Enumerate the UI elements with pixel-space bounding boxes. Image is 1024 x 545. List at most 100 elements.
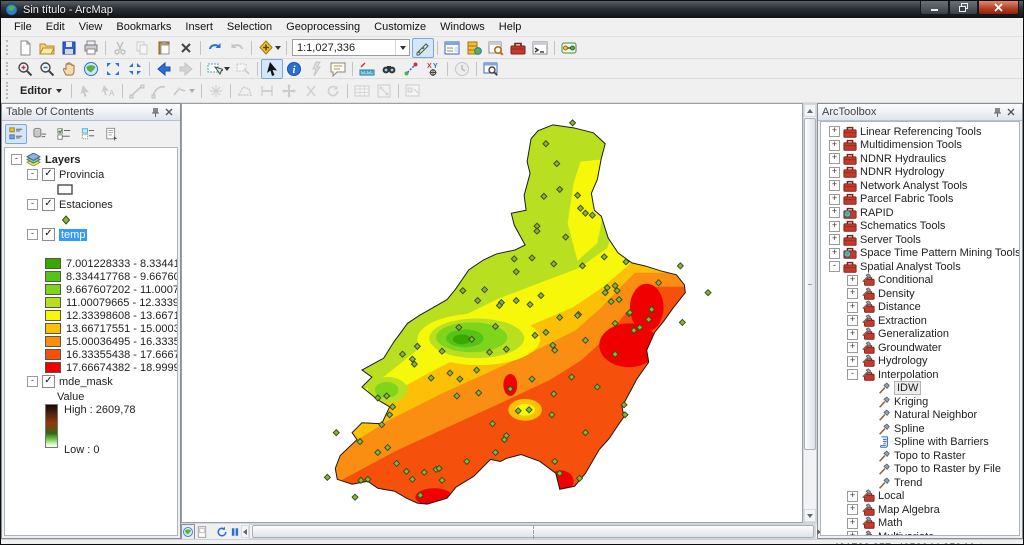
paste-button[interactable] (153, 38, 175, 58)
layer-provincia[interactable]: -✓Provincia (27, 167, 177, 182)
pan-button[interactable] (58, 59, 80, 79)
arc-segment-button[interactable] (148, 81, 170, 101)
catalog-window-button[interactable] (463, 38, 485, 58)
layer-checkbox[interactable]: ✓ (42, 375, 55, 388)
delete-button[interactable] (175, 38, 197, 58)
back-button[interactable] (153, 59, 175, 79)
reshape-button[interactable] (234, 81, 256, 101)
python-window-button[interactable] (529, 38, 551, 58)
zoom-in-button[interactable] (14, 59, 36, 79)
expand-box[interactable]: + (847, 491, 858, 502)
toolbox-item-density[interactable]: +Density (847, 287, 1020, 301)
expand-box[interactable]: - (847, 369, 858, 380)
toolbox-item-interpolation[interactable]: -Interpolation (847, 368, 1020, 382)
measure-button[interactable] (356, 59, 378, 79)
trace-segment-button[interactable] (170, 81, 198, 101)
expand-box[interactable]: + (829, 194, 840, 205)
new-button[interactable] (14, 38, 36, 58)
close-button[interactable] (978, 1, 1019, 15)
menu-help[interactable]: Help (492, 19, 529, 35)
expand-box[interactable]: + (829, 153, 840, 164)
redo-button[interactable] (226, 38, 248, 58)
cut-button[interactable] (109, 38, 131, 58)
print-button[interactable] (80, 38, 102, 58)
menu-insert[interactable]: Insert (178, 19, 220, 35)
copy-button[interactable] (131, 38, 153, 58)
move-button[interactable] (278, 81, 300, 101)
add-data-button[interactable] (255, 38, 283, 58)
layer-temp[interactable]: -✓temp (27, 227, 177, 242)
toolbox-item-spatial-analyst-tools[interactable]: -Spatial Analyst Tools (829, 260, 1020, 274)
menu-bookmarks[interactable]: Bookmarks (109, 19, 178, 35)
modelbuilder-button[interactable] (558, 38, 580, 58)
scroll-down-arrow[interactable] (804, 509, 816, 522)
pause-drawing-button[interactable] (229, 524, 241, 540)
list-by-visibility-button[interactable] (53, 124, 75, 144)
pin-icon[interactable] (990, 106, 1004, 118)
list-by-selection-button[interactable] (77, 124, 99, 144)
collapse-box[interactable]: - (27, 199, 38, 210)
toolbox-item-distance[interactable]: +Distance (847, 301, 1020, 315)
expand-box[interactable]: + (847, 531, 858, 536)
expand-box[interactable]: + (829, 126, 840, 137)
close-icon[interactable] (1004, 106, 1018, 118)
layer-mde-mask[interactable]: -✓mde_mask (27, 374, 177, 389)
expand-box[interactable]: + (847, 356, 858, 367)
toolbox-item-kriging[interactable]: Kriging (865, 395, 1020, 409)
select-features-button[interactable] (204, 59, 232, 79)
toolbar-grip[interactable] (6, 82, 11, 98)
toolbox-item-local[interactable]: +Local (847, 490, 1020, 504)
forward-button[interactable] (175, 59, 197, 79)
collapse-box[interactable]: - (27, 169, 38, 180)
pin-icon[interactable] (148, 106, 162, 118)
toolbox-item-topo-to-raster[interactable]: Topo to Raster (865, 449, 1020, 463)
zoom-out-button[interactable] (36, 59, 58, 79)
expand-box[interactable]: + (829, 207, 840, 218)
expand-box[interactable]: - (829, 261, 840, 272)
expand-box[interactable]: + (847, 329, 858, 340)
collapse-box[interactable]: - (11, 154, 22, 165)
find-button[interactable] (378, 59, 400, 79)
restore-button[interactable] (949, 1, 978, 15)
map-scale-combo[interactable]: 1:1,027,336 (292, 39, 410, 56)
toolbox-item-spline-with-barriers[interactable]: Spline with Barriers (865, 436, 1020, 450)
toolbox-item-groundwater[interactable]: +Groundwater (847, 341, 1020, 355)
toolbox-item-parcel-fabric-tools[interactable]: +Parcel Fabric Tools (829, 193, 1020, 207)
menu-file[interactable]: File (7, 19, 39, 35)
toolbox-item-hydrology[interactable]: +Hydrology (847, 355, 1020, 369)
toolbox-item-schematics-tools[interactable]: +Schematics Tools (829, 220, 1020, 234)
scrollbar-thumb[interactable] (804, 118, 816, 450)
toolbox-item-rapid[interactable]: +RAPID (829, 206, 1020, 220)
menu-selection[interactable]: Selection (220, 19, 279, 35)
map-view[interactable] (181, 103, 803, 523)
toolbox-item-conditional[interactable]: +Conditional (847, 274, 1020, 288)
toolbox-item-natural-neighbor[interactable]: Natural Neighbor (865, 409, 1020, 423)
expand-box[interactable]: + (829, 140, 840, 151)
expand-box[interactable]: + (847, 315, 858, 326)
viewer-window-button[interactable] (480, 59, 502, 79)
list-by-drawing-order-button[interactable] (5, 124, 27, 144)
menu-edit[interactable]: Edit (39, 19, 72, 35)
sketch-properties-button[interactable] (373, 81, 395, 101)
map-scale-dropdown[interactable] (395, 40, 409, 55)
title-bar[interactable]: Sin título - ArcMap (1, 1, 1023, 18)
create-features-button[interactable] (402, 81, 424, 101)
search-window-button[interactable] (485, 38, 507, 58)
layer-checkbox[interactable]: ✓ (42, 168, 55, 181)
toolbox-item-extraction[interactable]: +Extraction (847, 314, 1020, 328)
edit-tool-button[interactable] (75, 81, 97, 101)
edit-annotation-button[interactable]: A (97, 81, 119, 101)
scrollbar-thumb[interactable] (252, 525, 814, 538)
arctoolbox-window-button[interactable] (507, 38, 529, 58)
toolbox-item-trend[interactable]: Trend (865, 476, 1020, 490)
attributes-table-button[interactable] (351, 81, 373, 101)
menu-geoprocessing[interactable]: Geoprocessing (279, 19, 367, 35)
html-popup-button[interactable] (327, 59, 349, 79)
point-snap-button[interactable] (205, 81, 227, 101)
data-view-button[interactable] (181, 524, 195, 540)
expand-box[interactable]: + (829, 180, 840, 191)
scroll-up-arrow[interactable] (804, 104, 816, 117)
rotate-button[interactable] (322, 81, 344, 101)
layer-checkbox[interactable]: ✓ (42, 198, 55, 211)
map-horizontal-scrollbar[interactable] (249, 524, 815, 539)
